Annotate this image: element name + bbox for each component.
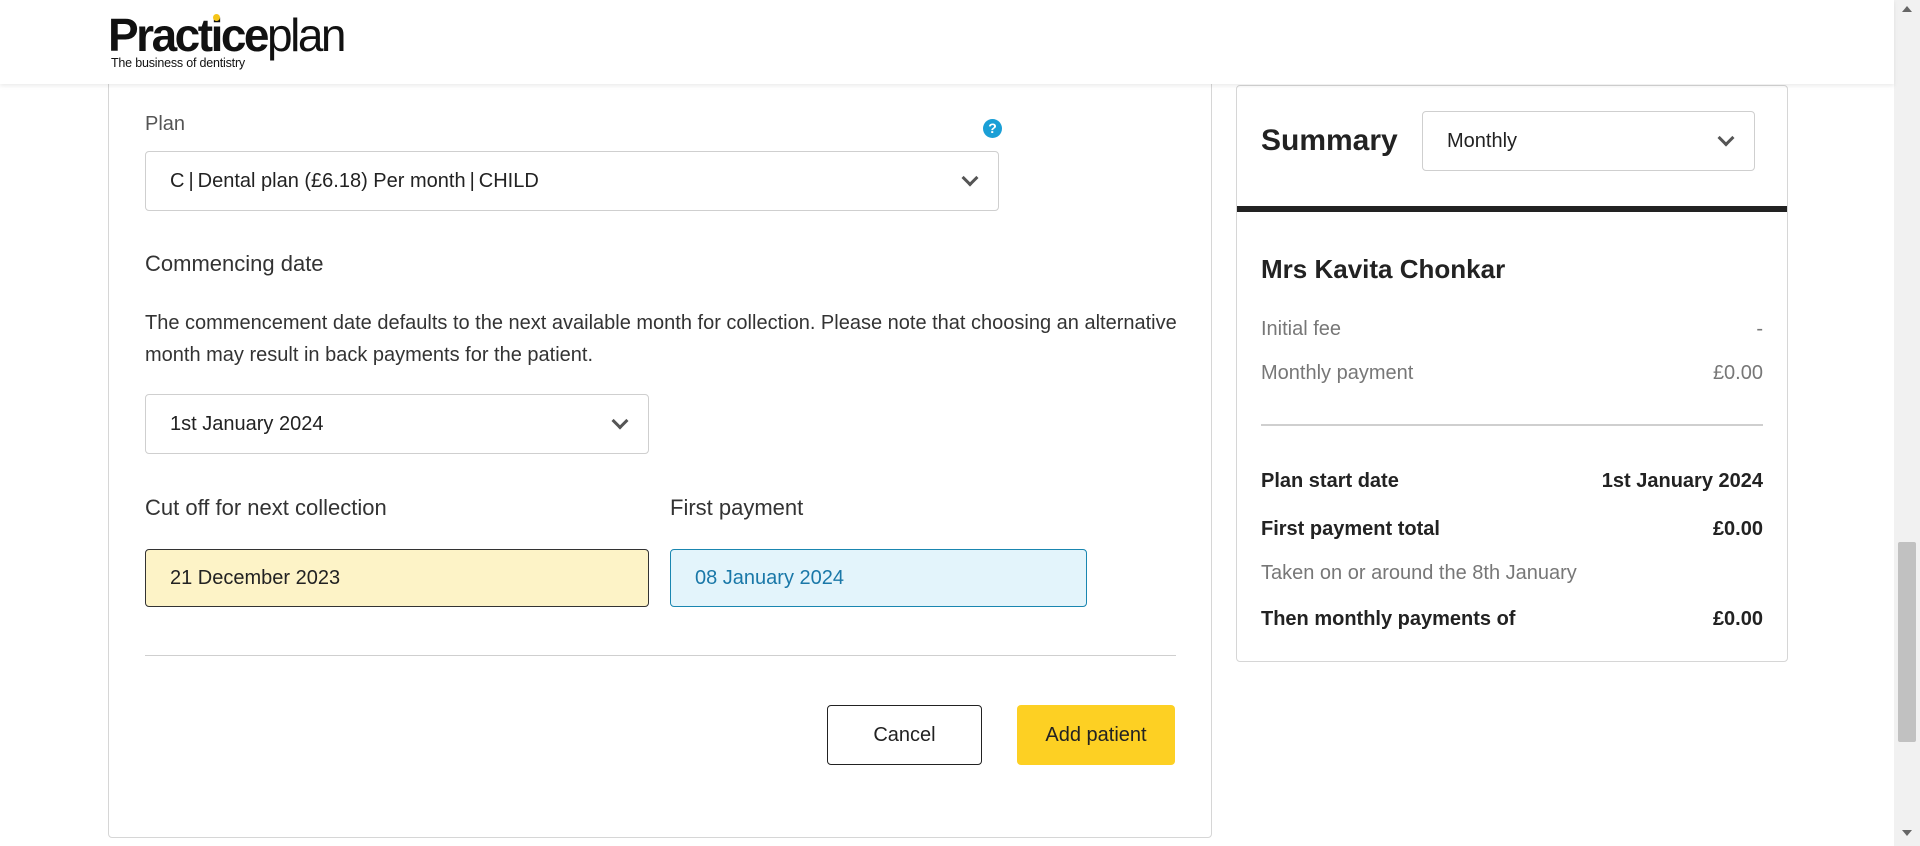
first-payment-total-value: £0.00 [1712,518,1763,540]
plan-select-value: C | Dental plan (£6.18) Per month | CHIL… [170,169,539,192]
patient-name: Mrs Kavita Chonkar [1261,254,1506,284]
first-payment-date-field: 08 January 2024 [670,549,1087,607]
first-payment-date-value: 08 January 2024 [695,566,845,589]
commencing-date-select[interactable]: 1st January 2024 [145,394,649,454]
summary-divider-bar [1237,206,1787,212]
commencing-date-label: Commencing date [145,251,324,276]
add-patient-button[interactable]: Add patient [1017,705,1175,765]
monthly-payment-label: Monthly payment [1261,362,1414,384]
chevron-down-icon [611,412,629,430]
page-scrollbar[interactable] [1894,0,1920,846]
logo-wordmark-bold: Practice [108,9,270,61]
monthly-payment-row: Monthly payment £0.00 [1261,362,1763,385]
help-icon[interactable]: ? [983,119,1002,138]
form-divider [145,655,1176,656]
summary-divider [1261,424,1763,426]
cutoff-date-field: 21 December 2023 [145,549,649,607]
first-payment-total-row: First payment total £0.00 [1261,518,1763,541]
plan-label: Plan [145,113,186,135]
summary-panel: Summary Monthly Mrs Kavita Chonkar Initi… [1236,85,1788,662]
scroll-up-arrow-icon[interactable] [1902,6,1912,12]
top-header: Practiceplan The business of dentistry [0,0,1894,84]
cutoff-label: Cut off for next collection [145,495,387,520]
scrollbar-thumb[interactable] [1898,542,1916,742]
first-payment-label: First payment [670,495,804,520]
summary-title: Summary [1261,124,1398,157]
plan-start-label: Plan start date [1261,470,1399,492]
commencing-date-description: The commencement date defaults to the ne… [145,312,1177,366]
cancel-button[interactable]: Cancel [827,705,982,765]
logo-wordmark-light: plan [267,9,346,61]
logo-dot-icon [213,14,220,21]
add-patient-form: Plan ? C | Dental plan (£6.18) Per month… [108,60,1212,838]
initial-fee-row: Initial fee - [1261,318,1763,341]
initial-fee-value: - [1756,318,1763,340]
then-monthly-value: £0.00 [1712,608,1763,630]
frequency-select[interactable]: Monthly [1422,111,1755,171]
chevron-down-icon [961,169,979,187]
practiceplan-logo[interactable]: Practiceplan The business of dentistry [108,9,346,70]
taken-on-note: Taken on or around the 8th January [1261,562,1577,584]
plan-select[interactable]: C | Dental plan (£6.18) Per month | CHIL… [145,151,999,211]
scroll-down-arrow-icon[interactable] [1902,830,1912,836]
frequency-select-value: Monthly [1447,129,1518,152]
plan-start-value: 1st January 2024 [1601,470,1763,492]
initial-fee-label: Initial fee [1261,318,1342,340]
plan-start-row: Plan start date 1st January 2024 [1261,470,1763,493]
chevron-down-icon [1717,129,1735,147]
first-payment-total-label: First payment total [1261,518,1440,540]
logo-wordmark: Practiceplan [108,9,346,61]
monthly-payment-value: £0.00 [1712,362,1763,384]
then-monthly-row: Then monthly payments of £0.00 [1261,608,1763,631]
cutoff-date-value: 21 December 2023 [170,566,341,589]
commencing-date-value: 1st January 2024 [170,412,324,435]
then-monthly-label: Then monthly payments of [1261,608,1516,630]
